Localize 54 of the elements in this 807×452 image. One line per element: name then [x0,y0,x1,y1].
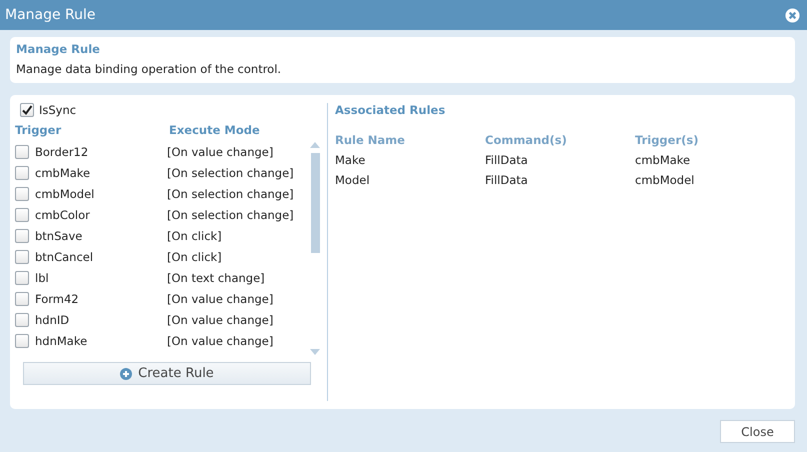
trigger-name: btnSave [35,228,84,242]
trigger-name: btnCancel [35,250,94,264]
trigger-checkbox[interactable] [15,250,29,264]
header-title: Manage Rule [16,42,101,56]
sync-checkbox[interactable] [20,103,34,117]
scroll-down-icon[interactable] [310,348,320,356]
create-rule-button[interactable]: Create Rule [23,362,311,385]
table-cell-text: FillData [485,153,529,167]
close-icon[interactable] [785,8,800,22]
trigger-name: hdnMake [35,334,88,348]
associated-rules-title: Associated Rules [335,103,446,117]
scrollbar-thumb[interactable] [310,153,320,253]
trigger-name: lbl [35,270,50,284]
trigger-checkbox[interactable] [15,312,29,326]
scroll-up-icon[interactable] [310,141,320,149]
trigger-checkbox[interactable] [15,186,29,200]
execute-mode: [On click] [167,250,222,264]
execute-mode: [On value change] [167,144,274,158]
trigger-checkbox[interactable] [15,334,29,348]
table-cell-text: cmbModel [635,173,696,187]
execute-mode: [On selection change] [167,186,294,200]
execute-mode: [On value change] [167,312,274,326]
trigger-checkbox[interactable] [15,166,29,180]
trigger-name: cmbColor [35,208,91,222]
trigger-checkbox[interactable] [15,208,29,222]
execute-mode: [On selection change] [167,166,294,180]
trigger-checkbox[interactable] [15,270,29,284]
table-cell-text: FillData [485,173,529,187]
execute-mode: [On click] [167,228,222,242]
table-cell-text: cmbMake [635,153,692,167]
sync-label: IsSync [39,103,76,117]
window-title: Manage Rule [5,7,96,23]
table-cell-text: Model [335,173,371,187]
execute-mode: [On value change] [167,334,274,348]
trigger-name: cmbMake [35,166,92,180]
trigger-name: Form42 [35,292,80,306]
trigger-checkbox[interactable] [15,292,29,306]
trigger-checkbox[interactable] [15,144,29,158]
trigger-name: hdnID [35,312,70,326]
column-header: Execute Mode [169,123,260,137]
trigger-name: Border12 [35,144,90,158]
trigger-name: cmbModel [35,186,96,200]
header-description: Manage data binding operation of the control. [16,62,282,76]
execute-mode: [On value change] [167,292,274,306]
execute-mode: [On text change] [167,270,265,284]
column-header: Trigger [15,123,62,137]
column-header: Command(s) [485,133,568,147]
close-button[interactable]: Close [720,420,795,443]
plus-icon [120,368,132,380]
column-header: Rule Name [335,133,406,147]
execute-mode: [On selection change] [167,208,294,222]
table-cell-text: Make [335,153,366,167]
trigger-checkbox[interactable] [15,228,29,242]
column-header: Trigger(s) [635,133,700,147]
